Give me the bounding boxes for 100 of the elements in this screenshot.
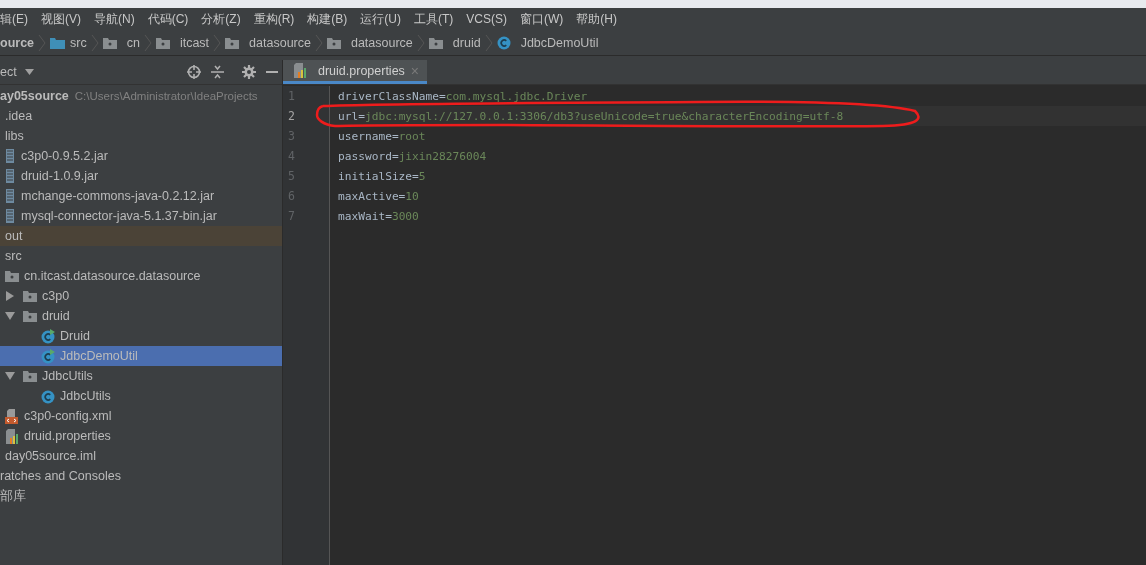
tree-item[interactable]: c3p0-config.xml <box>0 406 282 426</box>
tree-item[interactable]: ratches and Consoles <box>0 466 282 486</box>
breadcrumb-item[interactable]: cn <box>102 35 140 50</box>
runnable-class-icon <box>41 328 56 344</box>
package-folder-icon <box>5 270 19 282</box>
tree-item-label: libs <box>5 129 24 143</box>
tree-item[interactable]: druid <box>0 306 282 326</box>
tree-item[interactable]: druid.properties <box>0 426 282 446</box>
class-icon <box>496 35 512 50</box>
tree-item-label: JdbcUtils <box>42 369 93 383</box>
menu-item[interactable]: 分析(Z) <box>201 10 241 28</box>
tree-item[interactable]: ay05source C:\Users\Administrator\IdeaProjects <box>0 86 282 106</box>
tree-item-label: cn.itcast.datasource.datasource <box>24 269 201 283</box>
tree-item[interactable]: .idea <box>0 106 282 126</box>
menu-item[interactable]: VCS(S) <box>466 12 507 26</box>
tree-item-label: Druid <box>60 329 90 343</box>
properties-file-icon <box>293 63 307 78</box>
tree-item-label: src <box>5 249 22 263</box>
breadcrumb-item[interactable]: itcast <box>155 35 210 50</box>
project-view-dropdown[interactable]: ect <box>0 65 34 79</box>
code-line: password=jixin28276004 <box>338 149 487 163</box>
code-line: maxWait=3000 <box>338 209 419 223</box>
settings-icon[interactable] <box>242 65 256 79</box>
menu-item[interactable]: 辑(E) <box>0 10 28 28</box>
runnable-class-icon <box>41 348 56 364</box>
menu-item[interactable]: 帮助(H) <box>576 10 617 28</box>
code-line: url=jdbc:mysql://127.0.0.1:3306/db3?useUnicode=true&characterEncoding=utf-8 <box>338 109 844 123</box>
editor-tab[interactable]: druid.properties × <box>283 60 428 84</box>
package-folder-icon <box>23 310 37 322</box>
tree-item-label: mysql-connector-java-5.1.37-bin.jar <box>21 209 217 223</box>
menu-item[interactable]: 运行(U) <box>360 10 401 28</box>
tree-item-label: mchange-commons-java-0.2.12.jar <box>21 189 215 203</box>
tree-item[interactable]: src <box>0 246 282 266</box>
caret-icon <box>24 69 34 75</box>
tree-item[interactable]: c3p0 <box>0 286 282 306</box>
tree-item[interactable]: mchange-commons-java-0.2.12.jar <box>0 186 282 206</box>
properties-file-icon <box>5 428 19 444</box>
xml-file-icon <box>5 408 19 424</box>
tree-item-label: 部库 <box>0 487 26 505</box>
tree-item-label: ratches and Consoles <box>0 469 121 483</box>
tree-item-label: c3p0-config.xml <box>24 409 112 423</box>
breadcrumb-item[interactable]: druid <box>428 35 481 50</box>
package-folder-icon <box>428 36 443 49</box>
tree-item[interactable]: cn.itcast.datasource.datasource <box>0 266 282 286</box>
jar-file-icon <box>5 209 15 223</box>
tree-item[interactable]: JdbcUtils <box>0 366 282 386</box>
collapse-all-icon[interactable] <box>211 65 224 79</box>
menu-item[interactable]: 工具(T) <box>414 10 454 28</box>
tree-item[interactable]: day05source.iml <box>0 446 282 466</box>
jar-file-icon <box>5 189 15 203</box>
breadcrumb-item[interactable]: datasource <box>225 35 311 50</box>
tree-item-label: day05source.iml <box>5 449 96 463</box>
jar-file-icon <box>5 149 15 163</box>
collapsed-arrow-icon[interactable] <box>5 291 15 301</box>
tree-item[interactable]: out <box>0 226 282 246</box>
package-folder-icon <box>102 36 117 49</box>
tree-item-label: c3p0-0.9.5.2.jar <box>21 149 108 163</box>
class-icon <box>41 388 56 404</box>
code-line: driverClassName=com.mysql.jdbc.Driver <box>338 89 588 103</box>
menu-item[interactable]: 导航(N) <box>94 10 135 28</box>
tree-item-label: druid.properties <box>24 429 111 443</box>
code-line: username=root <box>338 129 426 143</box>
tree-item[interactable]: 部库 <box>0 486 282 506</box>
tree-item-label: druid <box>42 309 70 323</box>
jar-file-icon <box>5 169 15 183</box>
tree-item-label: c3p0 <box>42 289 70 303</box>
tree-item[interactable]: mysql-connector-java-5.1.37-bin.jar <box>0 206 282 226</box>
menu-item[interactable]: 视图(V) <box>41 10 81 28</box>
menu-item[interactable]: 代码(C) <box>147 10 189 28</box>
tree-item-label: JdbcDemoUtil <box>60 349 138 363</box>
tree-item[interactable]: Druid <box>0 326 282 346</box>
menu-item[interactable]: 窗口(W) <box>520 10 564 28</box>
package-folder-icon <box>326 36 341 49</box>
menu-item[interactable]: 重构(R) <box>253 10 295 28</box>
code-line: maxActive=10 <box>338 189 419 203</box>
code-line: initialSize=5 <box>338 169 426 183</box>
source-folder-icon <box>50 36 66 49</box>
project-path: C:\Users\Administrator\IdeaProjects <box>74 90 258 102</box>
breadcrumb-item[interactable]: JdbcDemoUtil <box>496 35 599 50</box>
breadcrumb-item[interactable]: ource <box>0 35 35 50</box>
line-number: 2 <box>287 108 296 125</box>
tree-item[interactable]: c3p0-0.9.5.2.jar <box>0 146 282 166</box>
tree-item-label: JdbcUtils <box>60 389 111 403</box>
expanded-arrow-icon[interactable] <box>5 311 15 321</box>
menu-item[interactable]: 构建(B) <box>307 10 348 28</box>
tree-item-label: out <box>5 229 23 243</box>
tree-item-label: ay05source <box>0 89 69 103</box>
expanded-arrow-icon[interactable] <box>5 371 15 381</box>
locate-icon[interactable] <box>187 65 201 79</box>
breadcrumb-item[interactable]: src <box>50 35 87 50</box>
package-folder-icon <box>23 290 37 302</box>
breadcrumb-item[interactable]: datasource <box>326 35 413 50</box>
package-folder-icon <box>23 370 37 382</box>
tree-item[interactable]: libs <box>0 126 282 146</box>
package-folder-icon <box>155 36 170 49</box>
tree-item[interactable]: druid-1.0.9.jar <box>0 166 282 186</box>
tree-item-label: .idea <box>5 109 33 123</box>
tree-item[interactable]: JdbcUtils <box>0 386 282 406</box>
tree-item-label: druid-1.0.9.jar <box>21 169 99 183</box>
package-folder-icon <box>225 36 240 49</box>
